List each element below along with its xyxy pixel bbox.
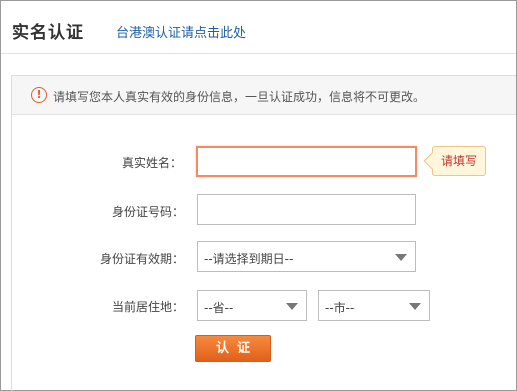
province-select[interactable]: --省-- xyxy=(197,290,307,321)
id-expiry-select[interactable]: --请选择到期日-- xyxy=(197,241,416,272)
hk-macau-taiwan-link[interactable]: 台港澳认证请点击此处 xyxy=(116,22,246,41)
chevron-down-icon xyxy=(286,303,298,310)
real-name-input[interactable] xyxy=(196,146,417,177)
id-number-label: 身份证号码： xyxy=(112,205,185,219)
residence-label: 当前居住地： xyxy=(112,300,185,314)
id-number-input[interactable] xyxy=(197,194,416,225)
tooltip-text: 请填写 xyxy=(440,154,477,168)
notice-text: 请填写您本人真实有效的身份信息，一旦认证成功，信息将不可更改。 xyxy=(53,90,426,104)
notice-bar: ! 请填写您本人真实有效的身份信息，一旦认证成功，信息将不可更改。 xyxy=(12,76,516,115)
page-header: 实名认证 台港澳认证请点击此处 xyxy=(1,1,516,54)
id-expiry-value: --请选择到期日-- xyxy=(204,252,294,266)
verify-button[interactable]: 认证 xyxy=(195,335,271,362)
city-value: --市-- xyxy=(325,301,355,315)
city-select[interactable]: --市-- xyxy=(318,290,430,321)
chevron-down-icon xyxy=(395,254,407,261)
page-title: 实名认证 xyxy=(12,23,84,43)
warning-icon: ! xyxy=(31,87,47,103)
chevron-down-icon xyxy=(409,303,421,310)
real-name-label: 真实姓名： xyxy=(122,156,183,170)
id-expiry-label: 身份证有效期： xyxy=(100,252,185,266)
name-required-tooltip: 请填写 xyxy=(423,146,486,176)
province-value: --省-- xyxy=(204,301,234,315)
